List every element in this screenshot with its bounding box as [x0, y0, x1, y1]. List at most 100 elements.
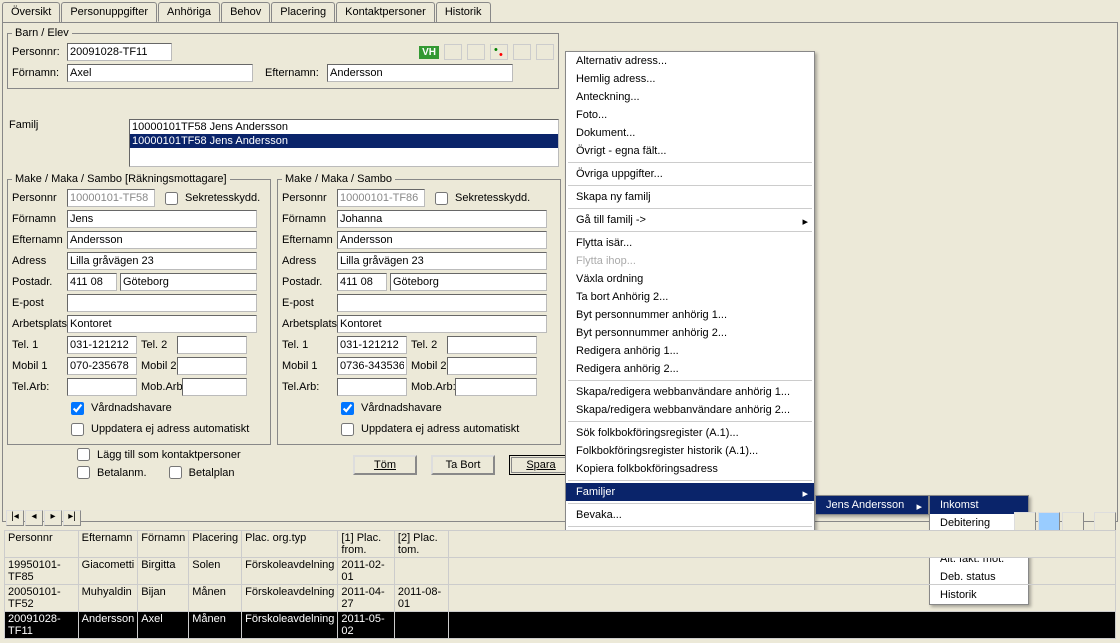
- data-grid[interactable]: PersonnrEfternamnFörnamnPlaceringPlac. o…: [4, 530, 1116, 639]
- s1-fornamn[interactable]: [67, 210, 257, 228]
- s1-tel2[interactable]: [177, 336, 247, 354]
- s1-tel1[interactable]: [67, 336, 137, 354]
- familj-item-blank[interactable]: [130, 148, 558, 162]
- tab-kontaktpersoner[interactable]: Kontaktpersoner: [336, 2, 435, 22]
- child-efternamn[interactable]: [327, 64, 513, 82]
- tool-icon-1[interactable]: [1014, 512, 1036, 532]
- tab-placering[interactable]: Placering: [271, 2, 335, 22]
- s2-efternamn[interactable]: [337, 231, 547, 249]
- s1-telarb[interactable]: [67, 378, 137, 396]
- table-row[interactable]: 19950101-TF85GiacomettiBirgittaSolenFörs…: [5, 558, 1116, 585]
- s2-arbetsplats[interactable]: [337, 315, 547, 333]
- col-header[interactable]: Plac. org.typ: [242, 531, 338, 558]
- status-icon-2[interactable]: [467, 44, 485, 60]
- familj-item-0[interactable]: 10000101TF58 Jens Andersson: [130, 120, 558, 134]
- menu-item[interactable]: Dokument...: [566, 124, 814, 142]
- tool-icon-3[interactable]: [1062, 512, 1084, 532]
- familj-list[interactable]: 10000101TF58 Jens Andersson 10000101TF58…: [129, 119, 559, 167]
- menu-item[interactable]: Övriga uppgifter...: [566, 165, 814, 183]
- s1-auto[interactable]: Uppdatera ej adress automatiskt: [67, 420, 249, 439]
- col-header[interactable]: Placering: [189, 531, 242, 558]
- submenu-jens[interactable]: Jens Andersson▸: [816, 496, 928, 514]
- col-header[interactable]: Personnr: [5, 531, 79, 558]
- tab-anhoriga[interactable]: Anhöriga: [158, 2, 220, 22]
- col-header[interactable]: [2] Plac. tom.: [394, 531, 449, 558]
- s1-postnr[interactable]: [67, 273, 117, 291]
- s2-telarb[interactable]: [337, 378, 407, 396]
- menu-item[interactable]: Folkbokföringsregister historik (A.1)...: [566, 442, 814, 460]
- s2-personnr[interactable]: [337, 189, 425, 207]
- status-icon-4[interactable]: [513, 44, 531, 60]
- menu-item[interactable]: Hemlig adress...: [566, 70, 814, 88]
- s2-auto[interactable]: Uppdatera ej adress automatiskt: [337, 420, 519, 439]
- s1-adress[interactable]: [67, 252, 257, 270]
- child-fornamn[interactable]: [67, 64, 253, 82]
- nav-first[interactable]: |◂: [6, 510, 24, 526]
- menu-item[interactable]: Skapa ny familj: [566, 188, 814, 206]
- col-header[interactable]: Förnamn: [138, 531, 189, 558]
- menu-item[interactable]: Foto...: [566, 106, 814, 124]
- s2-tel1[interactable]: [337, 336, 407, 354]
- s2-mobil1[interactable]: [337, 357, 407, 375]
- s1-mobil1[interactable]: [67, 357, 137, 375]
- nav-prev[interactable]: ◂: [25, 510, 43, 526]
- menu-item[interactable]: Skapa/redigera webbanvändare anhörig 2..…: [566, 401, 814, 419]
- tool-icon-2[interactable]: [1038, 512, 1060, 532]
- s2-adress[interactable]: [337, 252, 547, 270]
- tool-icon-4[interactable]: [1094, 512, 1116, 532]
- tab-behov[interactable]: Behov: [221, 2, 270, 22]
- s1-sekretess[interactable]: Sekretesskydd.: [161, 189, 260, 208]
- menu-item[interactable]: Alternativ adress...: [566, 52, 814, 70]
- menu-item[interactable]: Skapa/redigera webbanvändare anhörig 1..…: [566, 383, 814, 401]
- s1-mobil2[interactable]: [177, 357, 247, 375]
- s2-fornamn[interactable]: [337, 210, 547, 228]
- menu-item[interactable]: Redigera anhörig 2...: [566, 360, 814, 378]
- tab-personuppgifter[interactable]: Personuppgifter: [61, 2, 157, 22]
- status-icon-3[interactable]: ••: [490, 44, 508, 60]
- table-row[interactable]: 20091028-TF11AnderssonAxelMånenFörskolea…: [5, 612, 1116, 639]
- s1-arbetsplats[interactable]: [67, 315, 257, 333]
- chk-laggtill[interactable]: Lägg till som kontaktpersoner: [73, 445, 241, 464]
- s2-epost[interactable]: [337, 294, 547, 312]
- menu-item[interactable]: Flytta isär...: [566, 234, 814, 252]
- status-icon-1[interactable]: [444, 44, 462, 60]
- submenu-familjer[interactable]: Jens Andersson▸: [815, 495, 929, 515]
- col-header[interactable]: [1] Plac. from.: [338, 531, 394, 558]
- menu-item[interactable]: Ta bort Anhörig 2...: [566, 288, 814, 306]
- btn-tabort[interactable]: Ta Bort: [431, 455, 495, 475]
- col-header[interactable]: Efternamn: [78, 531, 138, 558]
- child-personnr[interactable]: [67, 43, 172, 61]
- chk-betalplan[interactable]: Betalplan: [165, 463, 235, 482]
- context-menu[interactable]: Alternativ adress...Hemlig adress...Ante…: [565, 51, 815, 548]
- menu-item[interactable]: Redigera anhörig 1...: [566, 342, 814, 360]
- tab-historik[interactable]: Historik: [436, 2, 491, 22]
- s2-sekretess[interactable]: Sekretesskydd.: [431, 189, 530, 208]
- s1-mobarb[interactable]: [182, 378, 247, 396]
- familj-item-1[interactable]: 10000101TF58 Jens Andersson: [130, 134, 558, 148]
- s1-vardnad[interactable]: Vårdnadshavare: [67, 399, 172, 418]
- s1-epost[interactable]: [67, 294, 257, 312]
- s2-tel2[interactable]: [447, 336, 537, 354]
- btn-tom[interactable]: Töm: [353, 455, 417, 475]
- menu-item[interactable]: Växla ordning: [566, 270, 814, 288]
- menu-item[interactable]: Familjer▸: [566, 483, 814, 501]
- s1-personnr[interactable]: [67, 189, 155, 207]
- menu-item[interactable]: Övrigt - egna fält...: [566, 142, 814, 160]
- nav-next[interactable]: ▸: [44, 510, 62, 526]
- menu-item[interactable]: Sök folkbokföringsregister (A.1)...: [566, 424, 814, 442]
- menu-item[interactable]: Anteckning...: [566, 88, 814, 106]
- menu-item[interactable]: Gå till familj ->▸: [566, 211, 814, 229]
- chk-betalanm[interactable]: Betalanm.: [73, 463, 147, 482]
- table-row[interactable]: 20050101-TF52MuhyaldinBijanMånenFörskole…: [5, 585, 1116, 612]
- menu-item[interactable]: Byt personnummer anhörig 2...: [566, 324, 814, 342]
- status-icon-5[interactable]: [536, 44, 554, 60]
- menu-item[interactable]: Flytta ihop...: [566, 252, 814, 270]
- s1-efternamn[interactable]: [67, 231, 257, 249]
- menu-item[interactable]: Kopiera folkbokföringsadress: [566, 460, 814, 478]
- s1-ort[interactable]: [120, 273, 257, 291]
- tab-oversikt[interactable]: Översikt: [2, 2, 60, 22]
- nav-last[interactable]: ▸|: [63, 510, 81, 526]
- s2-postnr[interactable]: [337, 273, 387, 291]
- s2-vardnad[interactable]: Vårdnadshavare: [337, 399, 442, 418]
- btn-spara[interactable]: Spara: [509, 455, 573, 475]
